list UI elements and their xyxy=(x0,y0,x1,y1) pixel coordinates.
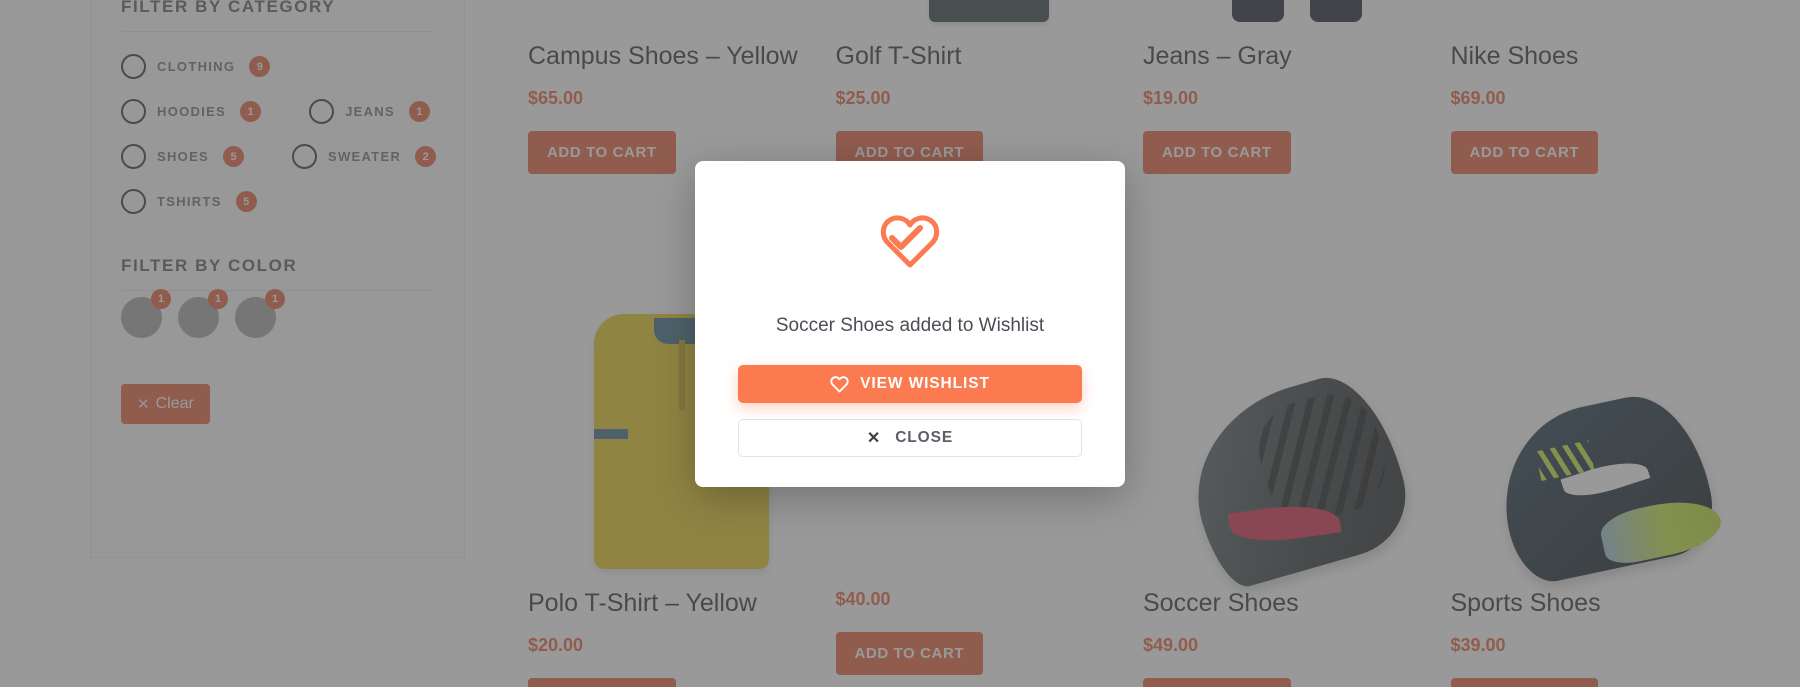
close-modal-label: CLOSE xyxy=(895,429,954,447)
view-wishlist-button[interactable]: VIEW WISHLIST xyxy=(738,365,1082,404)
wishlist-confirmation-modal: Soccer Shoes added to Wishlist VIEW WISH… xyxy=(695,161,1125,487)
view-wishlist-label: VIEW WISHLIST xyxy=(860,375,990,393)
close-modal-button[interactable]: ✕ CLOSE xyxy=(738,419,1082,457)
heart-check-icon xyxy=(879,214,941,275)
heart-outline-icon xyxy=(830,375,849,393)
close-x-icon: ✕ xyxy=(866,430,882,448)
wishlist-message: Soccer Shoes added to Wishlist xyxy=(775,315,1045,336)
